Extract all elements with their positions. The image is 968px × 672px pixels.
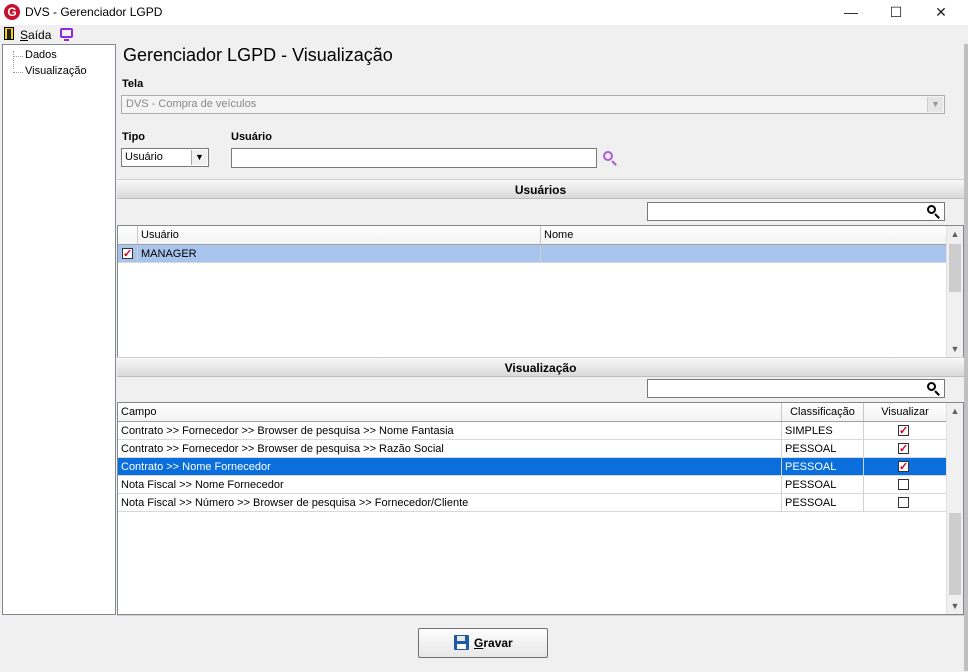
usuarios-scrollbar[interactable]: ▲ ▼ bbox=[946, 226, 963, 357]
tipo-label: Tipo bbox=[122, 131, 146, 143]
table-row[interactable]: Contrato >> Fornecedor >> Browser de pes… bbox=[118, 422, 946, 440]
maximize-button[interactable]: ☐ bbox=[873, 0, 919, 25]
column-header-campo[interactable]: Campo bbox=[118, 403, 782, 421]
usuario-input[interactable] bbox=[231, 148, 597, 168]
classificacao-cell: PESSOAL bbox=[782, 494, 864, 511]
tree-item-dados[interactable]: Dados bbox=[25, 49, 57, 61]
table-row[interactable]: Contrato >> Fornecedor >> Browser de pes… bbox=[118, 440, 946, 458]
window-title: DVS - Gerenciador LGPD bbox=[25, 5, 163, 19]
classificacao-cell: PESSOAL bbox=[782, 440, 864, 457]
usuarios-filter-input[interactable] bbox=[647, 202, 945, 221]
scroll-down-icon[interactable]: ▼ bbox=[947, 598, 963, 614]
visualizar-cell bbox=[864, 476, 946, 493]
scroll-up-icon[interactable]: ▲ bbox=[947, 403, 963, 419]
save-button-label: Gravar bbox=[474, 636, 513, 650]
table-row[interactable]: Contrato >> Nome Fornecedor PESSOAL bbox=[118, 458, 946, 476]
campo-cell: Nota Fiscal >> Nome Fornecedor bbox=[118, 476, 782, 493]
row-checkbox[interactable] bbox=[122, 245, 133, 262]
row-check-cell bbox=[118, 245, 138, 262]
save-label-rest: ravar bbox=[483, 636, 513, 650]
search-icon-handle bbox=[611, 160, 617, 166]
visualizacao-filter-input[interactable] bbox=[647, 379, 945, 398]
campo-cell: Contrato >> Nome Fornecedor bbox=[118, 458, 782, 475]
column-header-check bbox=[118, 226, 138, 244]
column-header-classificacao[interactable]: Classificação bbox=[782, 403, 864, 421]
table-row[interactable]: MANAGER bbox=[118, 245, 946, 263]
tree-branch bbox=[13, 56, 23, 57]
column-header-visualizar[interactable]: Visualizar bbox=[864, 403, 946, 421]
close-button[interactable]: ✕ bbox=[918, 0, 964, 25]
title-bar: G DVS - Gerenciador LGPD — ☐ ✕ bbox=[0, 0, 968, 25]
visualizacao-grid: Campo Classificação Visualizar Contrato … bbox=[117, 402, 964, 615]
chevron-down-icon[interactable]: ▼ bbox=[191, 150, 207, 165]
tela-label: Tela bbox=[122, 78, 144, 90]
usuarios-section-header: Usuários bbox=[117, 179, 964, 199]
visualizar-cell bbox=[864, 458, 946, 475]
campo-cell: Nota Fiscal >> Número >> Browser de pesq… bbox=[118, 494, 782, 511]
page-title: Gerenciador LGPD - Visualização bbox=[123, 45, 393, 65]
floppy-disk-icon bbox=[454, 635, 469, 650]
usuarios-grid-header: Usuário Nome bbox=[118, 226, 946, 245]
usuario-cell: MANAGER bbox=[138, 245, 541, 262]
table-row[interactable]: Nota Fiscal >> Número >> Browser de pesq… bbox=[118, 494, 946, 512]
tree-branch bbox=[13, 72, 23, 73]
tree-item-visualizacao[interactable]: Visualização bbox=[25, 65, 87, 77]
save-access-key: G bbox=[474, 636, 484, 650]
menu-bar: Saída bbox=[0, 25, 968, 44]
search-icon[interactable] bbox=[927, 382, 941, 396]
tipo-select-value: Usuário bbox=[125, 151, 163, 163]
column-header-nome[interactable]: Nome bbox=[541, 226, 946, 244]
search-icon bbox=[603, 151, 613, 161]
tela-select-value: DVS - Compra de veículos bbox=[126, 98, 257, 110]
search-icon[interactable] bbox=[927, 205, 941, 219]
visualizar-checkbox[interactable] bbox=[898, 422, 909, 439]
classificacao-cell: SIMPLES bbox=[782, 422, 864, 439]
scrollbar-thumb[interactable] bbox=[949, 244, 961, 292]
scroll-up-icon[interactable]: ▲ bbox=[947, 226, 963, 242]
exit-label-rest: aída bbox=[28, 28, 52, 42]
visualizacao-scrollbar[interactable]: ▲ ▼ bbox=[946, 403, 963, 614]
exit-menu-item[interactable]: Saída bbox=[20, 28, 51, 42]
navigation-tree: Dados Visualização bbox=[2, 44, 116, 615]
tipo-select[interactable]: Usuário ▼ bbox=[121, 148, 209, 167]
visualizar-checkbox[interactable] bbox=[898, 440, 909, 457]
visualizar-cell bbox=[864, 422, 946, 439]
tree-connector bbox=[13, 51, 14, 69]
campo-cell: Contrato >> Fornecedor >> Browser de pes… bbox=[118, 422, 782, 439]
visualizar-cell bbox=[864, 440, 946, 457]
search-icon-handle bbox=[934, 213, 940, 219]
usuario-label: Usuário bbox=[231, 131, 272, 143]
visualizar-cell bbox=[864, 494, 946, 511]
table-row[interactable]: Nota Fiscal >> Nome Fornecedor PESSOAL bbox=[118, 476, 946, 494]
visualizar-checkbox[interactable] bbox=[898, 497, 909, 508]
exit-door-icon[interactable] bbox=[4, 27, 14, 40]
tela-select: DVS - Compra de veículos ▼ bbox=[121, 95, 945, 114]
column-header-usuario[interactable]: Usuário bbox=[138, 226, 541, 244]
campo-cell: Contrato >> Fornecedor >> Browser de pes… bbox=[118, 440, 782, 457]
visualizacao-grid-header: Campo Classificação Visualizar bbox=[118, 403, 946, 422]
classificacao-cell: PESSOAL bbox=[782, 476, 864, 493]
save-button[interactable]: Gravar bbox=[418, 628, 548, 658]
monitor-icon[interactable] bbox=[60, 28, 73, 41]
exit-access-key: S bbox=[20, 28, 29, 42]
classificacao-cell: PESSOAL bbox=[782, 458, 864, 475]
search-icon-handle bbox=[934, 390, 940, 396]
scroll-down-icon[interactable]: ▼ bbox=[947, 341, 963, 357]
window-edge bbox=[964, 44, 968, 671]
app-logo-icon: G bbox=[4, 4, 20, 20]
visualizar-checkbox[interactable] bbox=[898, 479, 909, 490]
visualizacao-section-header: Visualização bbox=[117, 357, 964, 377]
scrollbar-thumb[interactable] bbox=[949, 513, 961, 595]
usuarios-grid: Usuário Nome MANAGER ▲ ▼ bbox=[117, 225, 964, 358]
nome-cell bbox=[541, 245, 946, 262]
visualizar-checkbox[interactable] bbox=[898, 458, 909, 475]
chevron-down-icon: ▼ bbox=[927, 97, 943, 112]
usuario-search-button[interactable] bbox=[600, 148, 620, 168]
minimize-button[interactable]: — bbox=[828, 0, 874, 25]
